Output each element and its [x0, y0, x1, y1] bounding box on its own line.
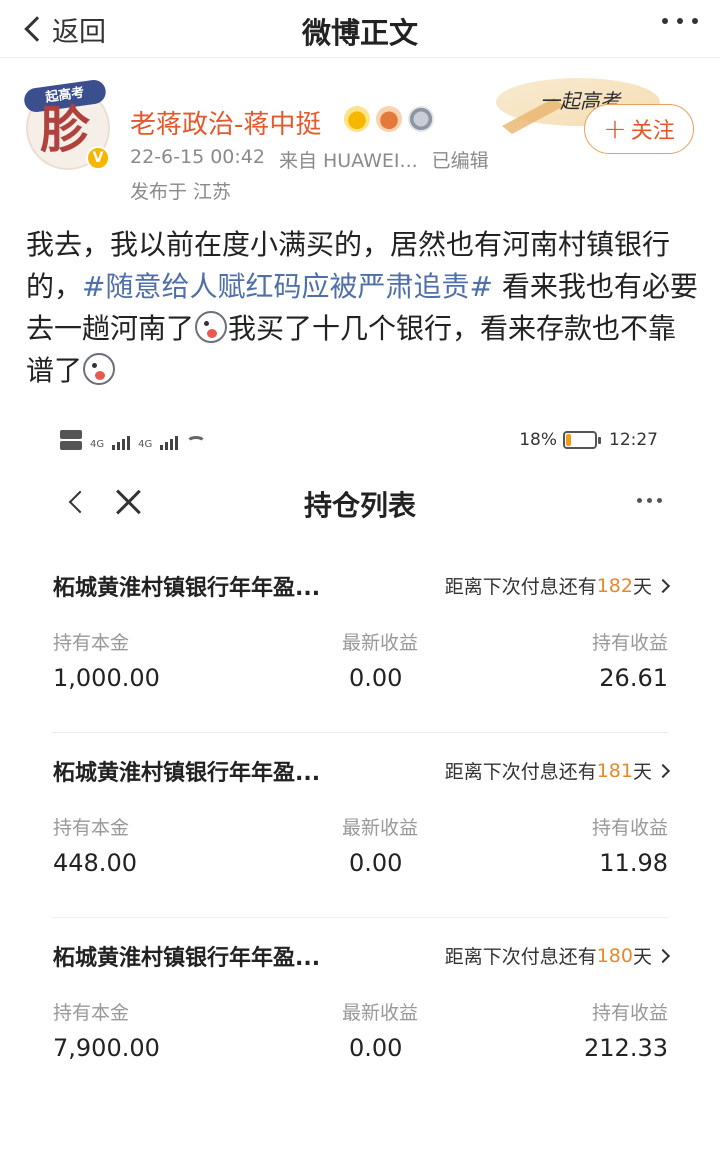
post-content: 我去，我以前在度小满买的，居然也有河南村镇银行的，#随意给人赋红码应被严肃追责#… — [26, 224, 698, 392]
medal-icon[interactable] — [408, 106, 434, 132]
next-suffix: 天 — [632, 576, 652, 598]
status-left: 4G 4G — [60, 430, 207, 450]
chevron-right-icon — [655, 948, 671, 963]
avatar-glyph: 胗 — [40, 100, 90, 159]
edited-label[interactable]: 已编辑 — [432, 146, 489, 173]
holdings-title: 持仓列表 — [303, 489, 416, 522]
sim-icon — [60, 430, 82, 450]
network-label: 4G — [138, 439, 153, 450]
holding-card[interactable]: 柘城黄淮村镇银行年年盈... 距离下次付息还有 182 天 持有本金 最新收益 持有… — [52, 548, 671, 733]
product-name: 柘城黄淮村镇银行年年盈... — [53, 576, 321, 601]
next-prefix: 距离下次付息还有 — [444, 576, 597, 598]
crown-icon[interactable] — [344, 106, 370, 132]
hashtag-link[interactable]: #随意给人赋红码应被严肃追责# — [82, 270, 493, 303]
principal-label: 持有本金 — [53, 632, 130, 654]
holdings-list: 柘城黄淮村镇银行年年盈... 距离下次付息还有 182 天 持有本金 最新收益 持有… — [28, 548, 692, 1103]
next-interest-link[interactable]: 距离下次付息还有 181 天 — [444, 757, 671, 784]
next-suffix: 天 — [632, 946, 652, 968]
holding-value: 26.61 — [599, 664, 668, 692]
principal-label: 持有本金 — [53, 817, 130, 839]
battery-percent: 18% — [519, 430, 557, 450]
more-options-icon[interactable] — [637, 498, 662, 503]
holding-label: 持有收益 — [591, 632, 668, 654]
latest-label: 最新收益 — [342, 632, 419, 654]
dot-icon — [677, 18, 683, 24]
plus-icon: + — [603, 112, 627, 145]
battery-icon — [563, 431, 601, 449]
user-badges — [344, 106, 434, 132]
next-interest-link[interactable]: 距离下次付息还有 182 天 — [444, 572, 671, 599]
network-label: 4G — [90, 439, 105, 450]
phone-status-bar: 4G 4G 18% 12:27 — [28, 424, 692, 458]
chevron-right-icon — [655, 578, 671, 593]
wifi-icon — [186, 436, 207, 450]
latest-value: 0.00 — [349, 849, 403, 877]
next-prefix: 距离下次付息还有 — [444, 946, 597, 968]
holding-card[interactable]: 柘城黄淮村镇银行年年盈... 距离下次付息还有 180 天 持有本金 最新收益 持有… — [52, 918, 671, 1103]
product-name: 柘城黄淮村镇银行年年盈... — [53, 761, 321, 786]
principal-value: 448.00 — [53, 849, 137, 877]
chevron-right-icon — [655, 763, 671, 778]
shocked-emoji-icon — [195, 311, 228, 343]
follow-label: 关注 — [630, 119, 675, 144]
latest-label: 最新收益 — [342, 1002, 419, 1024]
signal-icon — [160, 434, 179, 450]
latest-value: 0.00 — [349, 664, 403, 692]
status-time: 12:27 — [609, 430, 658, 450]
next-prefix: 距离下次付息还有 — [444, 761, 597, 783]
avatar[interactable]: 起高考 胗 V — [22, 78, 110, 170]
page-title: 微博正文 — [301, 16, 418, 50]
principal-value: 7,900.00 — [53, 1034, 160, 1062]
holding-label: 持有收益 — [591, 1002, 668, 1024]
post-image[interactable]: 4G 4G 18% 12:27 持仓列表 柘城黄淮村镇银行年年盈... 距离下次… — [28, 408, 692, 1108]
next-days: 182 — [596, 574, 633, 597]
next-suffix: 天 — [632, 761, 652, 783]
holding-value: 212.33 — [584, 1034, 668, 1062]
author-name[interactable]: 老蒋政治-蒋中挺 — [130, 104, 321, 141]
verified-badge-icon: V — [86, 146, 110, 170]
holding-card[interactable]: 柘城黄淮村镇银行年年盈... 距离下次付息还有 181 天 持有本金 最新收益 持有… — [52, 733, 671, 918]
hand-icon[interactable] — [376, 106, 402, 132]
next-interest-link[interactable]: 距离下次付息还有 180 天 — [444, 942, 671, 969]
top-nav-bar: 返回 微博正文 — [0, 0, 720, 58]
holding-value: 11.98 — [599, 849, 668, 877]
more-options-button[interactable] — [662, 18, 698, 24]
battery-fill — [566, 434, 571, 446]
principal-value: 1,000.00 — [53, 664, 160, 692]
post-location: 发布于 江苏 — [130, 181, 232, 203]
post-timestamp: 22-6-15 00:42 — [130, 146, 265, 168]
latest-label: 最新收益 — [342, 817, 419, 839]
holdings-nav-bar: 持仓列表 — [28, 472, 692, 532]
follow-button[interactable]: + 关注 — [584, 104, 694, 154]
holding-label: 持有收益 — [591, 817, 668, 839]
shocked-emoji-icon — [83, 353, 116, 385]
status-right: 18% 12:27 — [519, 430, 658, 450]
next-days: 180 — [596, 944, 633, 967]
dot-icon — [692, 18, 698, 24]
post-meta: 22-6-15 00:42 来自 HUAWEI... 已编辑 — [130, 146, 489, 173]
post-source: 来自 HUAWEI... — [278, 150, 418, 172]
dot-icon — [662, 18, 668, 24]
latest-value: 0.00 — [349, 1034, 403, 1062]
principal-label: 持有本金 — [53, 1002, 130, 1024]
signal-icon — [112, 434, 131, 450]
next-days: 181 — [596, 759, 633, 782]
product-name: 柘城黄淮村镇银行年年盈... — [53, 946, 321, 971]
